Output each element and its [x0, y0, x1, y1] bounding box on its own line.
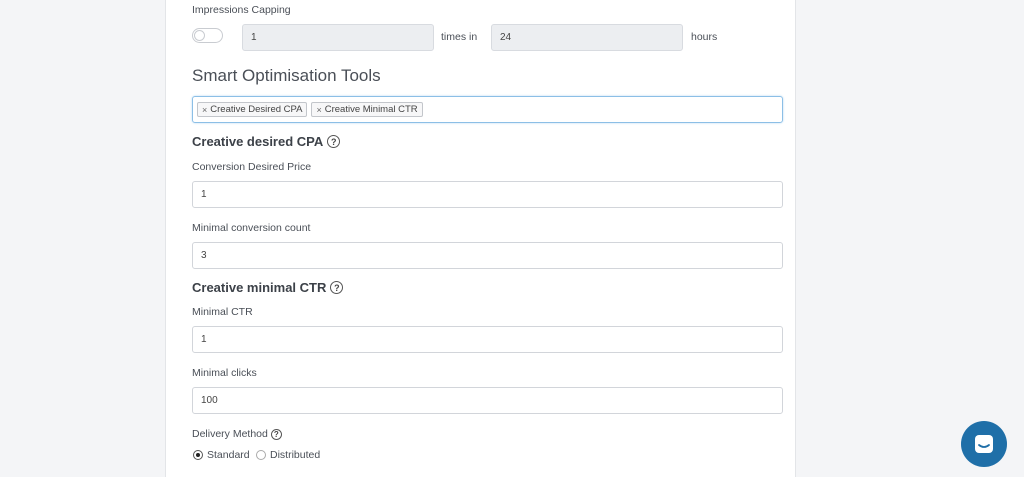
radio-selected-icon[interactable]: [193, 450, 203, 460]
hours-label: hours: [691, 31, 718, 43]
delivery-option-label: Standard: [207, 449, 250, 461]
times-in-label: times in: [441, 31, 478, 43]
minimal-conversion-count-input[interactable]: 3: [192, 242, 783, 269]
help-icon[interactable]: ?: [330, 281, 344, 294]
conversion-desired-price-input[interactable]: 1: [192, 181, 783, 208]
smart-tools-title: Smart Optimisation Tools: [192, 66, 381, 85]
impressions-times-input[interactable]: 1: [242, 24, 434, 51]
tag-remove-icon[interactable]: ×: [202, 105, 207, 115]
delivery-option-distributed[interactable]: Distributed: [256, 449, 320, 461]
chat-icon: [975, 435, 993, 453]
tag-creative-desired-cpa: × Creative Desired CPA: [197, 102, 308, 117]
minimal-ctr-label: Minimal CTR: [192, 306, 253, 318]
creative-ctr-title-text: Creative minimal CTR: [192, 280, 327, 295]
chat-launcher-button[interactable]: [961, 421, 1007, 467]
conversion-desired-price-label: Conversion Desired Price: [192, 161, 312, 173]
help-icon[interactable]: ?: [327, 135, 341, 148]
minimal-ctr-input[interactable]: 1: [192, 326, 783, 353]
impressions-capping-label: Impressions Capping: [192, 4, 291, 16]
help-icon[interactable]: ?: [270, 428, 282, 440]
impressions-capping-toggle[interactable]: [192, 28, 223, 43]
tag-creative-minimal-ctr: × Creative Minimal CTR: [311, 102, 423, 117]
tag-label: Creative Minimal CTR: [324, 104, 418, 115]
creative-cpa-title-text: Creative desired CPA: [192, 134, 324, 149]
minimal-clicks-label: Minimal clicks: [192, 367, 257, 379]
radio-unselected-icon[interactable]: [256, 450, 266, 460]
smart-tools-select[interactable]: × Creative Desired CPA × Creative Minima…: [192, 96, 783, 123]
creative-cpa-title: Creative desired CPA ?: [192, 134, 341, 149]
creative-ctr-title: Creative minimal CTR ?: [192, 280, 344, 295]
minimal-conversion-count-label: Minimal conversion count: [192, 222, 311, 234]
tag-label: Creative Desired CPA: [210, 104, 303, 115]
delivery-method-label: Delivery Method ?: [192, 428, 282, 440]
impressions-hours-input[interactable]: 24: [491, 24, 683, 51]
delivery-method-text: Delivery Method: [192, 428, 268, 440]
delivery-option-standard[interactable]: Standard: [193, 449, 250, 461]
delivery-option-label: Distributed: [270, 449, 321, 461]
minimal-clicks-input[interactable]: 100: [192, 387, 783, 414]
toggle-knob: [194, 30, 205, 41]
tag-remove-icon[interactable]: ×: [316, 105, 321, 115]
